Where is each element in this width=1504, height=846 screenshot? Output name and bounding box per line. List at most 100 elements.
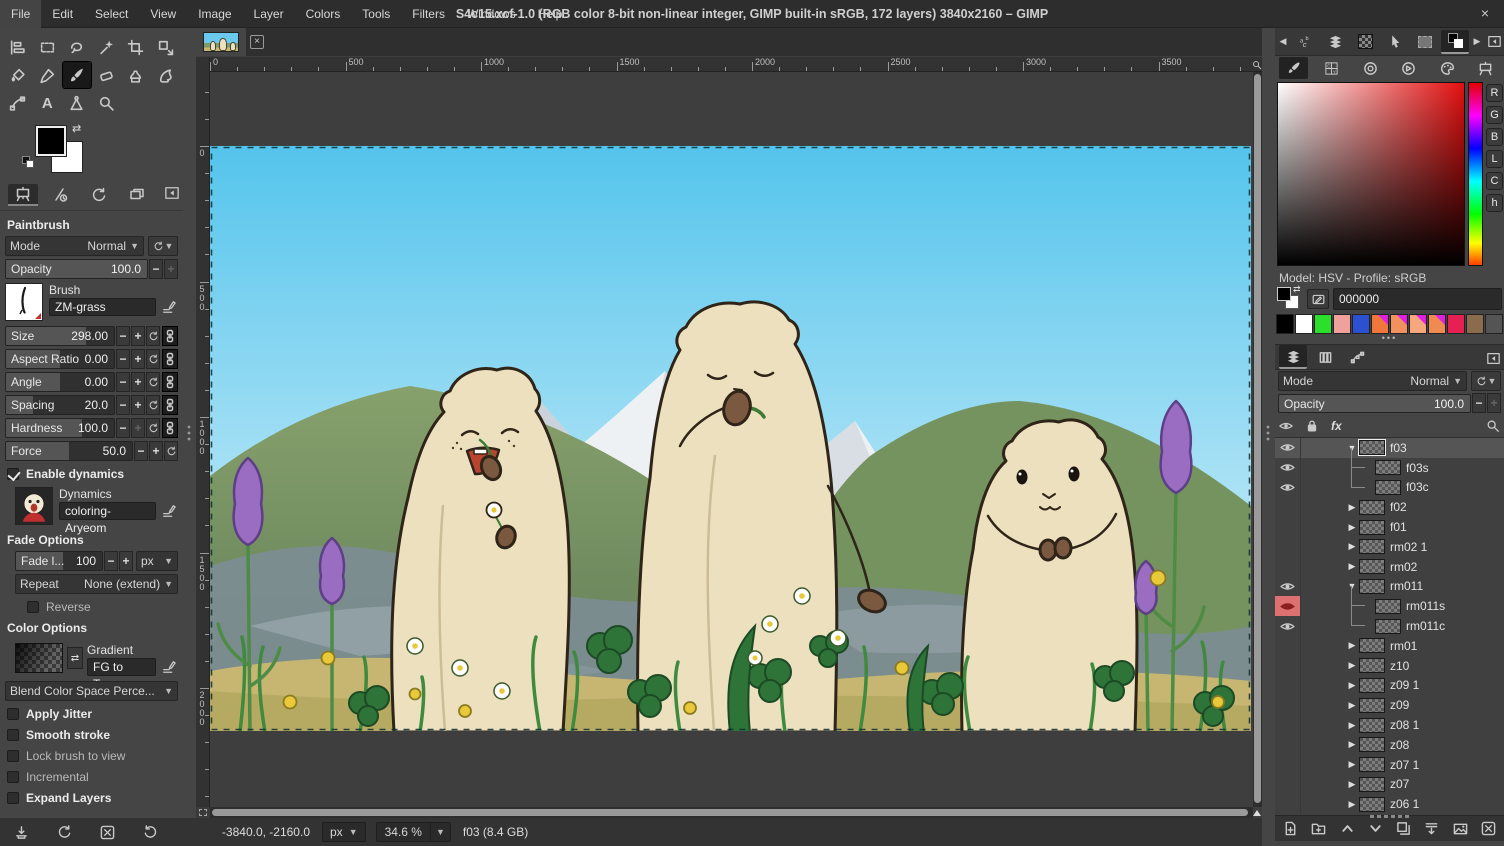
menu-item[interactable]: Help (527, 0, 574, 28)
menu-item[interactable]: Tools (351, 0, 401, 28)
opacity-decrease-button[interactable]: − (149, 259, 163, 279)
scroll-tabs-left-icon[interactable]: ◀ (1277, 30, 1289, 54)
lower-layer-icon[interactable] (1368, 821, 1383, 836)
tool-unified-transform-button[interactable] (152, 34, 180, 60)
reset-icon[interactable] (146, 372, 160, 392)
quick-mask-toggle[interactable] (196, 807, 210, 818)
expand-collapse-icon[interactable]: ▶ (1345, 541, 1359, 552)
color-history-swatch[interactable] (1333, 314, 1351, 334)
layer-visibility-toggle[interactable] (1275, 577, 1301, 597)
vertical-scrollbar[interactable] (1253, 72, 1262, 807)
layer-row[interactable]: ▶ z06 1 (1275, 794, 1504, 814)
tool-fuzzy-select-button[interactable] (93, 34, 121, 60)
expand-collapse-icon[interactable]: ▶ (1345, 739, 1359, 750)
fade-unit-dropdown[interactable]: px ▼ (136, 551, 178, 571)
tab-scales-selector[interactable] (1472, 57, 1501, 79)
opacity-slider[interactable]: Opacity 100.0 (5, 259, 148, 279)
tool-paintbrush-button[interactable] (63, 62, 91, 88)
zoom-follow-window-toggle[interactable] (1251, 57, 1262, 72)
expand-collapse-icon[interactable]: ▶ (1345, 759, 1359, 770)
layer-row[interactable]: f03c (1275, 478, 1504, 498)
fade-length-slider[interactable]: Fade l... 100 (15, 551, 103, 571)
layer-visibility-toggle[interactable] (1275, 557, 1301, 577)
mini-fg-bg-swatch[interactable]: ⇄ (1277, 287, 1303, 311)
layer-visibility-toggle[interactable] (1275, 616, 1301, 636)
vertical-ruler[interactable]: 0500100015002000 (196, 57, 210, 807)
tool-alignment-button[interactable] (4, 34, 32, 60)
option-checkbox[interactable]: Incremental (7, 767, 178, 786)
menu-item[interactable]: Image (187, 0, 242, 28)
tab-channels[interactable] (1311, 345, 1339, 369)
tool-measure-button[interactable] (63, 90, 91, 116)
mode-dropdown[interactable]: Mode Normal ▼ (5, 236, 144, 256)
horizontal-scrollbar-thumb[interactable] (212, 809, 1248, 816)
tab-layers[interactable] (1279, 345, 1307, 369)
tab-cmyk-selector[interactable]: CY (1318, 57, 1347, 79)
channel-button[interactable]: h (1486, 194, 1503, 212)
foreground-color-swatch[interactable] (36, 126, 66, 156)
layer-visibility-toggle[interactable] (1275, 478, 1301, 498)
reset-icon[interactable] (164, 441, 178, 461)
layer-visibility-toggle[interactable] (1275, 438, 1301, 458)
tool-smudge-button[interactable] (152, 62, 180, 88)
layer-visibility-toggle[interactable] (1275, 695, 1301, 715)
tab-device-status[interactable] (46, 184, 76, 206)
edit-gradient-icon[interactable] (160, 658, 178, 676)
color-history-swatch[interactable] (1466, 314, 1484, 334)
expand-collapse-icon[interactable]: ▶ (1345, 522, 1359, 533)
tab-pointer[interactable] (1381, 30, 1409, 54)
layer-visibility-toggle[interactable] (1275, 735, 1301, 755)
reverse-checkbox[interactable]: Reverse (27, 597, 178, 616)
expand-collapse-icon[interactable]: ▶ (1345, 640, 1359, 651)
layer-row[interactable]: ▶ f02 (1275, 497, 1504, 517)
raise-layer-icon[interactable] (1340, 821, 1355, 836)
color-history-swatch[interactable] (1447, 314, 1465, 334)
option-checkbox[interactable]: Apply Jitter (7, 704, 178, 723)
dock-menu-icon[interactable] (1486, 351, 1500, 365)
channel-button[interactable]: L (1486, 150, 1503, 168)
navigation-preview-button[interactable] (1251, 807, 1262, 818)
expand-collapse-icon[interactable]: ▶ (1345, 720, 1359, 731)
fade-decrease-button[interactable]: − (104, 551, 118, 571)
layer-visibility-toggle[interactable] (1275, 715, 1301, 735)
edit-dynamics-icon[interactable] (160, 502, 178, 520)
link-icon[interactable] (162, 372, 178, 392)
decrease-button[interactable]: − (116, 395, 130, 415)
channel-button[interactable]: C (1486, 172, 1503, 190)
tool-rectangle-select-button[interactable] (34, 34, 62, 60)
menu-item[interactable]: Select (84, 0, 139, 28)
color-history-swatch[interactable] (1409, 314, 1427, 334)
dock-menu-icon[interactable] (165, 186, 179, 200)
dynamics-name-entry[interactable]: coloring-Aryeom (59, 502, 156, 520)
menu-item[interactable]: Filters (401, 0, 456, 28)
color-history-swatch[interactable] (1390, 314, 1408, 334)
layer-visibility-toggle[interactable] (1275, 497, 1301, 517)
reset-icon[interactable] (146, 349, 160, 369)
repeat-dropdown[interactable]: Repeat None (extend) ▼ (15, 574, 178, 594)
decrease-button[interactable]: − (134, 441, 148, 461)
menu-item[interactable]: Windows (456, 0, 527, 28)
horizontal-scrollbar[interactable] (210, 807, 1253, 818)
delete-tool-preset-icon[interactable] (100, 825, 115, 840)
color-history-swatch[interactable] (1314, 314, 1332, 334)
layer-row[interactable]: rm011s (1275, 596, 1504, 616)
tab-images[interactable] (122, 184, 152, 206)
expand-collapse-icon[interactable]: ▶ (1345, 502, 1359, 513)
duplicate-layer-icon[interactable] (1396, 821, 1411, 836)
new-group-icon[interactable] (1311, 821, 1326, 836)
layer-mode-dropdown[interactable]: Mode Normal ▼ (1278, 371, 1467, 391)
channel-button[interactable]: G (1486, 106, 1503, 124)
increase-button[interactable]: + (131, 349, 145, 369)
gradient-thumbnail[interactable] (15, 643, 63, 673)
layer-visibility-toggle[interactable] (1275, 537, 1301, 557)
tool-ink-button[interactable] (34, 62, 62, 88)
tool-eraser-button[interactable] (93, 62, 121, 88)
menu-item[interactable]: File (0, 0, 41, 28)
increase-button[interactable]: + (131, 372, 145, 392)
layer-row[interactable]: ▶ rm01 (1275, 636, 1504, 656)
swatch-overflow-grip[interactable]: ••• (1275, 336, 1504, 344)
link-icon[interactable] (162, 326, 178, 346)
layer-row[interactable]: ▶ z10 (1275, 656, 1504, 676)
decrease-button[interactable]: − (116, 326, 130, 346)
save-tool-preset-icon[interactable] (14, 825, 29, 840)
